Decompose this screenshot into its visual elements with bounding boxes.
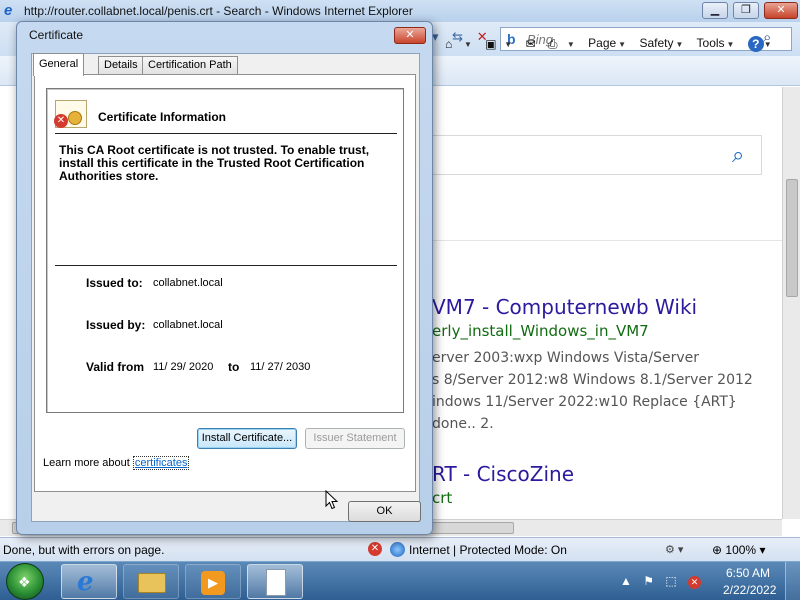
valid-to-value: 11/ 27/ 2030: [250, 361, 311, 373]
result-snippet-line: erver 2003:wxp Windows Vista/Server: [432, 350, 699, 366]
safety-menu[interactable]: Safety: [639, 36, 673, 50]
result-snippet-line: s 8/Server 2012:w8 Windows 8.1/Server 20…: [432, 372, 753, 388]
ie-icon: e: [77, 567, 94, 597]
volume-muted-icon[interactable]: ✕: [688, 576, 702, 589]
valid-from-value: 11/ 29/ 2020: [153, 361, 214, 373]
ie-window-title: http://router.collabnet.local/penis.crt …: [24, 4, 413, 18]
trust-warning: This CA Root certificate is not trusted.…: [59, 143, 370, 183]
show-desktop-button[interactable]: [785, 562, 800, 600]
page-dropdown-icon[interactable]: ▼: [618, 40, 626, 49]
issued-to-label: Issued to:: [86, 276, 143, 290]
certificate-info-title: Certificate Information: [98, 110, 227, 124]
status-bar: Done, but with errors on page. ✕ Interne…: [0, 537, 800, 561]
tools-menu[interactable]: Tools: [697, 36, 725, 50]
folder-icon: [138, 573, 166, 593]
page-menu[interactable]: Page: [588, 36, 616, 50]
document-icon: [266, 569, 286, 596]
result-title[interactable]: RT - CiscoZine: [432, 462, 574, 486]
clock-time[interactable]: 6:50 AM: [726, 566, 770, 580]
mail-icon[interactable]: ✉: [526, 37, 542, 51]
divider: [432, 240, 782, 241]
command-bar-items: ⌂ ▼ ▣ ▼ ✉ ⎙ ▼ Page ▼ Safety ▼ Tools ▼ ? ▼: [445, 36, 782, 52]
print-icon[interactable]: ⎙: [548, 37, 564, 51]
seal-icon: [68, 111, 82, 125]
issued-to-value: collabnet.local: [153, 277, 223, 289]
dialog-close-button[interactable]: ✕: [394, 27, 426, 44]
security-zone[interactable]: Internet | Protected Mode: On: [409, 543, 567, 557]
help-dropdown-icon[interactable]: ▼: [764, 40, 772, 49]
taskbar: ❖ e ▶ ▲ ⚑ ⬚ ✕ 6:50 AM 2/22/2022: [0, 561, 800, 600]
certificate-dialog: Certificate ✕ General Details Certificat…: [16, 21, 433, 535]
tab-certification-path[interactable]: Certification Path: [142, 56, 238, 75]
result-snippet-line: indows 11/Server 2022:w10 Replace {ART}: [432, 394, 737, 410]
home-dropdown-icon[interactable]: ▼: [464, 40, 472, 49]
valid-from-label: Valid from: [86, 360, 145, 374]
error-icon[interactable]: ✕: [368, 542, 382, 556]
vertical-scrollbar[interactable]: [782, 87, 800, 519]
zoom-level[interactable]: ⊕ 100% ▾: [712, 543, 765, 557]
taskbar-certificate-button[interactable]: [247, 564, 303, 599]
tray-expand-icon[interactable]: ▲: [620, 574, 632, 588]
tools-dropdown-icon[interactable]: ▼: [727, 40, 735, 49]
start-button[interactable]: ❖: [6, 563, 44, 600]
divider: [55, 133, 397, 134]
home-icon[interactable]: ⌂: [445, 37, 461, 51]
result-title[interactable]: VM7 - Computernewb Wiki: [432, 295, 697, 319]
untrusted-icon: ✕: [54, 114, 68, 128]
valid-to-label: to: [228, 360, 240, 374]
taskbar-media-player-button[interactable]: ▶: [185, 564, 241, 599]
result-url[interactable]: crt: [432, 489, 452, 507]
security-icon[interactable]: ⚙ ▾: [665, 543, 683, 556]
zoom-value: 100%: [725, 543, 757, 557]
clock-date[interactable]: 2/22/2022: [723, 583, 776, 597]
search-icon[interactable]: ⌕: [732, 142, 744, 168]
install-certificate-button[interactable]: Install Certificate...: [197, 428, 297, 449]
zoom-icon: ⊕: [712, 543, 723, 557]
system-tray: ▲ ⚑ ⬚ ✕: [620, 574, 709, 589]
maximize-button[interactable]: ❐: [733, 2, 759, 19]
result-url[interactable]: erly_install_Windows_in_VM7: [432, 322, 649, 340]
action-center-flag-icon[interactable]: ⚑: [643, 574, 654, 588]
help-icon[interactable]: ?: [747, 36, 764, 52]
media-player-icon: ▶: [201, 571, 225, 595]
ie-titlebar[interactable]: e http://router.collabnet.local/penis.cr…: [0, 0, 800, 22]
status-text: Done, but with errors on page.: [3, 543, 165, 557]
vertical-scroll-thumb[interactable]: [786, 179, 798, 297]
certificates-link[interactable]: certificates: [132, 456, 190, 470]
result-snippet-line: done.. 2.: [432, 416, 494, 432]
feeds-dropdown-icon[interactable]: ▼: [504, 40, 512, 49]
certificate-icon: ✕: [54, 100, 87, 128]
issued-by-value: collabnet.local: [153, 319, 223, 331]
safety-dropdown-icon[interactable]: ▼: [675, 40, 683, 49]
minimize-button[interactable]: ▁: [702, 2, 728, 19]
bing-search-box[interactable]: ⌕: [432, 135, 762, 175]
print-dropdown-icon[interactable]: ▼: [567, 40, 575, 49]
learn-more-text: Learn more about certificates: [43, 456, 190, 470]
ie-logo-icon: e: [4, 2, 13, 19]
close-button[interactable]: ✕: [764, 2, 798, 19]
mouse-cursor-icon: [325, 490, 339, 510]
issued-by-label: Issued by:: [86, 318, 146, 332]
learn-more-prefix: Learn more about: [43, 457, 133, 469]
ok-button[interactable]: OK: [348, 501, 421, 522]
tab-general[interactable]: General: [33, 53, 85, 76]
network-icon[interactable]: ⬚: [665, 574, 676, 588]
taskbar-ie-button[interactable]: e: [61, 564, 117, 599]
tab-details[interactable]: Details: [98, 56, 144, 75]
globe-icon: [390, 542, 405, 557]
feeds-icon[interactable]: ▣: [485, 37, 501, 51]
issuer-statement-button[interactable]: Issuer Statement: [305, 428, 405, 449]
dialog-title: Certificate: [29, 28, 84, 42]
taskbar-explorer-button[interactable]: [123, 564, 179, 599]
divider: [55, 265, 397, 266]
windows-flag-icon: ❖: [18, 574, 31, 590]
